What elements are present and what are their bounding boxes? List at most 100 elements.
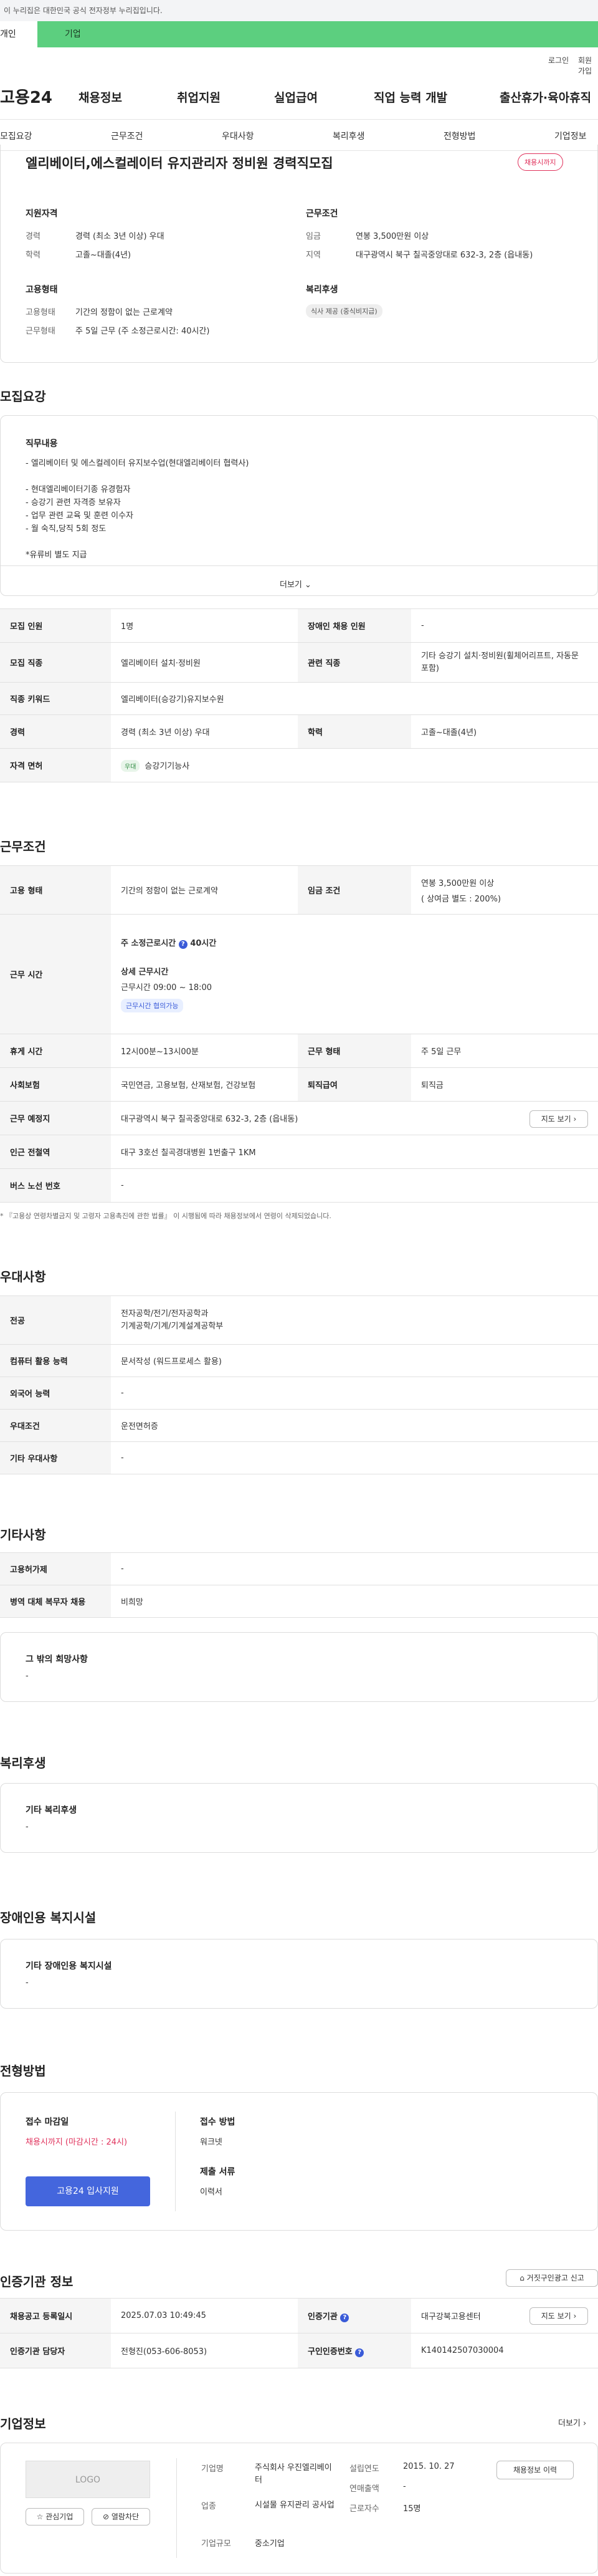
cell-label: 모집 인원 — [0, 608, 111, 643]
report-button[interactable]: ⌂ 거짓구인광고 신고 — [506, 2269, 598, 2287]
pref-table: 전공 전자공학/전기/전자공학과 기계공학/기계/기계설계공학부 컴퓨터 활용 능… — [0, 1295, 598, 1474]
disability-heading: 장애인용 복지시설 — [0, 1910, 97, 1925]
size-value: 중소기업 — [255, 2539, 285, 2549]
block-label: 열람차단 — [111, 2512, 140, 2521]
year-label: 설립연도 — [349, 2464, 379, 2474]
welfare-tag: 식사 제공 (중식비지급) — [306, 304, 382, 318]
cell-value: 1명 — [111, 608, 298, 643]
cell-value: 주 소정근로시간 ? 40시간 상세 근무시간 근무시간 09:00 ~ 18:… — [111, 914, 598, 1034]
info-icon[interactable]: ? — [355, 2348, 364, 2357]
hope-value: - — [26, 1671, 29, 1681]
cell-value: - — [111, 1441, 598, 1474]
cell-label: 외국어 능력 — [0, 1377, 111, 1410]
cell-label: 고용 형태 — [0, 865, 111, 915]
cell-label: 전공 — [0, 1295, 111, 1345]
company-more-link[interactable]: 더보기 › — [558, 2416, 586, 2428]
emp-heading: 고용형태 — [26, 285, 58, 295]
tab-personal[interactable]: 개인 — [0, 21, 37, 47]
cell-value: 고졸~대졸(4년) — [411, 714, 598, 749]
cell-label: 구인인증번호 ? — [298, 2333, 411, 2368]
cell-value: - — [111, 1168, 598, 1203]
anchor-recruit[interactable]: 모집요강 — [0, 130, 32, 142]
map-button[interactable]: 지도 보기 › — [529, 1110, 588, 1128]
welfare-heading: 복리후생 — [306, 285, 338, 295]
tab-corporate[interactable]: 기업 — [37, 21, 598, 47]
company-logo: LOGO — [26, 2461, 150, 2498]
cell-label: 관련 직종 — [298, 642, 411, 683]
cell-value: 우대 승강기기능사 — [111, 748, 598, 782]
cell-label: 인증기관 담당자 — [0, 2333, 111, 2368]
welfare-section-heading: 복리후생 — [0, 1756, 46, 1771]
flex-tag: 근무시간 협의가능 — [121, 998, 184, 1012]
region-label: 지역 — [306, 251, 321, 260]
gnb-item-training[interactable]: 직업 능력 개발 — [374, 89, 447, 105]
favorite-label: 관심기업 — [45, 2512, 74, 2521]
star-icon: ☆ — [36, 2512, 44, 2521]
gnb-item-jobs[interactable]: 채용정보 — [78, 89, 122, 105]
jobs-history-button[interactable]: 채용정보 이력 — [496, 2461, 574, 2479]
info-icon[interactable]: ? — [178, 940, 187, 949]
exp-label: 경력 — [26, 232, 40, 241]
edu-label: 학력 — [26, 251, 40, 260]
cell-value: 운전면허증 — [111, 1409, 598, 1442]
age-notice: * 『고용상 연령차별금지 및 고령자 고용촉진에 관한 법률』 이 시행됨에 … — [0, 1212, 331, 1220]
docs-value: 이력서 — [200, 2188, 222, 2197]
more-button[interactable]: 더보기 ⌄ — [280, 578, 311, 590]
summary-card: 엘리베이터,에스컬레이터 유지관리자 정비원 경력직모집 채용시까지 지원자격 … — [0, 145, 598, 363]
login-link[interactable]: 로그인 — [548, 55, 569, 65]
method-value: 워크넷 — [200, 2138, 222, 2147]
info-icon[interactable]: ? — [340, 2313, 349, 2322]
block-button[interactable]: ⊘ 열람차단 — [92, 2508, 150, 2526]
worktype-value: 주 5일 근무 (주 소정근로시간: 40시간) — [75, 327, 210, 336]
global-nav: 고용24 채용정보 취업지원 실업급여 직업 능력 개발 출산휴가·육아휴직 — [0, 70, 598, 120]
anchor-company[interactable]: 기업정보 — [554, 130, 587, 142]
cell-value: 엘리베이터 설치·정비원 — [111, 642, 298, 683]
welfare-sub-heading: 기타 복리후생 — [26, 1805, 77, 1815]
apply-button[interactable]: 고용24 입사지원 — [26, 2176, 150, 2206]
duty-heading: 직무내용 — [26, 439, 58, 449]
gov-banner: 이 누리집은 대한민국 공식 전자정부 누리집입니다. — [0, 0, 598, 21]
bonus-line: ( 상여금 별도 : 200%) — [421, 894, 501, 904]
cell-label: 근무 예정지 — [0, 1101, 111, 1135]
home-icon: ⌂ — [520, 2274, 524, 2282]
map-button-label: 지도 보기 — [541, 1115, 571, 1123]
cell-value: 연봉 3,500만원 이상 ( 상여금 별도 : 200%) — [411, 865, 598, 915]
cell-value: - — [411, 608, 598, 643]
gnb-item-unemployment[interactable]: 실업급여 — [274, 89, 318, 105]
anchor-apply[interactable]: 전형방법 — [444, 130, 476, 142]
cell-label: 인근 전철역 — [0, 1135, 111, 1169]
block-icon: ⊘ — [102, 2512, 110, 2521]
disability-value: - — [26, 1978, 29, 1987]
employees-value: 15명 — [403, 2504, 421, 2514]
job-title: 엘리베이터,에스컬레이터 유지관리자 정비원 경력직모집 — [26, 156, 333, 171]
favorite-button[interactable]: ☆ 관심기업 — [26, 2508, 84, 2526]
cell-value: 엘리베이터(승강기)유지보수원 — [111, 682, 598, 715]
anchor-work[interactable]: 근무조건 — [111, 130, 143, 142]
hope-heading: 그 밖의 희망사항 — [26, 1655, 88, 1665]
method-heading: 접수 방법 — [200, 2117, 235, 2127]
cert-table: 채용공고 등록일시 2025.07.03 10:49:45 인증기관 ? 대구강북고용… — [0, 2298, 598, 2368]
place-value: 대구광역시 북구 칠곡중앙대로 632-3, 2층 (읍내동) — [121, 1115, 298, 1124]
cell-label: 우대조건 — [0, 1409, 111, 1442]
wage-label: 임금 — [306, 232, 321, 241]
std-hours-label: 주 소정근로시간 — [121, 938, 176, 948]
cell-label: 컴퓨터 활용 능력 — [0, 1344, 111, 1377]
cell-label: 병역 대체 복무자 채용 — [0, 1585, 111, 1618]
org-map-button[interactable]: 지도 보기 › — [529, 2307, 588, 2325]
size-label: 기업규모 — [201, 2539, 231, 2549]
gnb-item-parental-leave[interactable]: 출산휴가·육아휴직 — [500, 89, 591, 105]
cell-value: 퇴직금 — [411, 1067, 598, 1102]
site-logo[interactable]: 고용24 — [0, 85, 52, 108]
gnb-item-employment-support[interactable]: 취업지원 — [177, 89, 221, 105]
wage-value: 연봉 3,500만원 이상 — [356, 232, 429, 241]
year-value: 2015. 10. 27 — [403, 2462, 455, 2471]
cell-value: 전형진(053-606-8053) — [111, 2333, 298, 2368]
anchor-pref[interactable]: 우대사항 — [222, 130, 254, 142]
region-value: 대구광역시 북구 칠곡중앙대로 632-3, 2층 (읍내동) — [356, 251, 533, 260]
employees-label: 근로자수 — [349, 2504, 379, 2514]
cell-value: 대구광역시 북구 칠곡중앙대로 632-3, 2층 (읍내동) 지도 보기 › — [111, 1101, 598, 1135]
cell-value: 대구 3호선 칠곡경대병원 1번출구 1KM — [111, 1135, 598, 1169]
disability-box: 기타 장애인용 복지시설 - — [0, 1939, 598, 2009]
worktype-label: 근무형태 — [26, 327, 55, 336]
anchor-welfare[interactable]: 복리후생 — [333, 130, 365, 142]
